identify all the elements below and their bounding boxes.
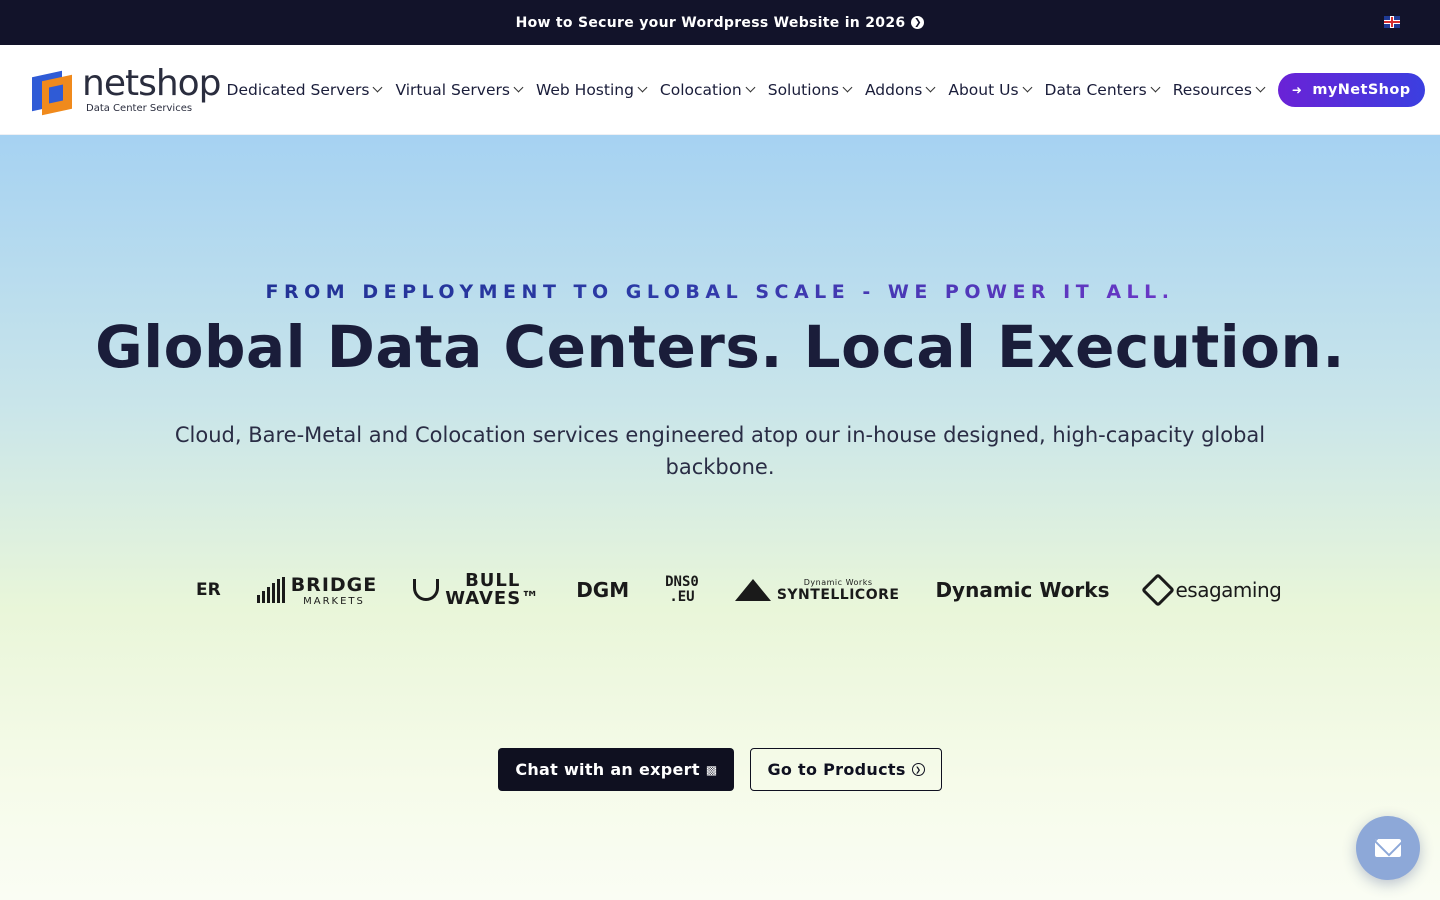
- client-logo-bridge-markets: BRIDGE MARKETS: [256, 574, 378, 607]
- nav-label: Virtual Servers: [395, 80, 510, 99]
- hero-section: FROM DEPLOYMENT TO GLOBAL SCALE - WE POW…: [0, 135, 1440, 900]
- client-logo-carousel: ER BRIDGE MARKETS BULL WAVES™ DGM DNS0 .EU …: [196, 572, 1282, 608]
- login-icon: ➜: [1291, 82, 1303, 97]
- client-logo-dns0-eu: DNS0 .EU: [665, 573, 699, 605]
- bars-icon: [256, 577, 285, 603]
- main-navbar: netshop Data Center Services Dedicated S…: [0, 45, 1440, 135]
- client-logo-dgm: DGM: [576, 578, 630, 602]
- brand-tagline: Data Center Services: [86, 102, 193, 114]
- chevron-down-icon: [513, 82, 524, 93]
- hero-subhead: Cloud, Bare-Metal and Colocation service…: [174, 423, 1266, 479]
- mynetshop-label: myNetShop: [1312, 81, 1411, 98]
- nav-item-about-us[interactable]: About Us: [948, 80, 1032, 99]
- go-to-products-button[interactable]: Go to Products ❯: [750, 748, 942, 791]
- nav-label: Resources: [1172, 80, 1252, 99]
- chat-with-expert-button[interactable]: Chat with an expert ▩: [498, 748, 735, 791]
- nav-label: Colocation: [659, 80, 742, 99]
- brand-name: netshop: [82, 62, 222, 104]
- netshop-logo-icon: [32, 66, 76, 115]
- nav-label: Data Centers: [1044, 80, 1147, 99]
- chevron-down-icon: [1022, 82, 1032, 93]
- chevron-right-circle-icon: ❯: [911, 16, 925, 29]
- announcement-text: How to Secure your Wordpress Website in …: [515, 14, 906, 31]
- shield-icon: [413, 579, 440, 601]
- nav-item-addons[interactable]: Addons: [864, 80, 936, 99]
- chevron-down-icon: [1150, 82, 1161, 93]
- announcement-link[interactable]: How to Secure your Wordpress Website in …: [516, 15, 925, 31]
- nav-label: About Us: [948, 80, 1019, 99]
- chevron-down-icon: [842, 82, 853, 93]
- nav-label: Addons: [864, 80, 923, 99]
- announcement-bar: How to Secure your Wordpress Website in …: [0, 0, 1440, 45]
- products-button-label: Go to Products: [767, 760, 906, 779]
- contact-mail-button[interactable]: [1356, 816, 1420, 880]
- mynetshop-login-button[interactable]: ➜ myNetShop: [1277, 72, 1425, 107]
- chat-button-label: Chat with an expert: [515, 760, 700, 779]
- esagaming-mark-icon: [1140, 573, 1175, 607]
- chevron-down-icon: [373, 82, 383, 93]
- brand-logo[interactable]: netshop Data Center Services: [32, 62, 222, 115]
- chevron-down-icon: [925, 82, 936, 93]
- client-logo-syntellicore: Dynamic Works SYNTELLICORE: [734, 578, 900, 603]
- nav-item-colocation[interactable]: Colocation: [659, 80, 756, 99]
- nav-menu: Dedicated Servers Virtual Servers Web Ho…: [227, 81, 1278, 99]
- chevron-down-icon: [1255, 82, 1266, 93]
- nav-label: Dedicated Servers: [226, 80, 370, 99]
- client-logo-bull-waves: BULL WAVES™: [413, 572, 540, 608]
- client-logo-dynamic-works: Dynamic Works: [935, 578, 1110, 602]
- chevron-down-icon: [637, 82, 648, 93]
- hero-cta-group: Chat with an expert ▩ Go to Products ❯: [0, 748, 1440, 791]
- client-logo-er: ER: [196, 580, 221, 600]
- hero-headline: Global Data Centers. Local Execution.: [95, 313, 1345, 381]
- nav-item-solutions[interactable]: Solutions: [767, 80, 853, 99]
- nav-label: Solutions: [767, 80, 839, 99]
- nav-item-web-hosting[interactable]: Web Hosting: [535, 80, 648, 99]
- nav-item-resources[interactable]: Resources: [1172, 80, 1266, 99]
- nav-item-virtual-servers[interactable]: Virtual Servers: [395, 80, 524, 99]
- chat-bubble-icon: ▩: [705, 762, 718, 777]
- chevron-down-icon: [745, 82, 756, 93]
- nav-item-dedicated-servers[interactable]: Dedicated Servers: [226, 80, 383, 99]
- hero-eyebrow: FROM DEPLOYMENT TO GLOBAL SCALE - WE POW…: [0, 281, 1440, 303]
- nav-label: Web Hosting: [535, 80, 634, 99]
- mail-icon: [1375, 839, 1401, 857]
- nav-item-data-centers[interactable]: Data Centers: [1044, 80, 1161, 99]
- triangle-icon: [734, 579, 771, 601]
- client-logo-esagaming: esagaming: [1140, 573, 1282, 607]
- uk-flag-icon[interactable]: [1384, 16, 1400, 28]
- chevron-down-circle-icon: ❯: [911, 763, 925, 776]
